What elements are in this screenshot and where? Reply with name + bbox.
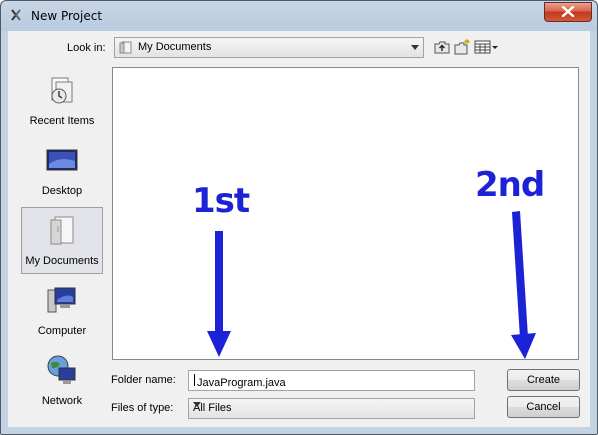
title-bar[interactable]: New Project xyxy=(1,1,597,31)
desktop-icon xyxy=(46,149,78,171)
folder-name-label: Folder name: xyxy=(111,374,176,386)
chevron-down-icon[interactable] xyxy=(193,402,201,407)
look-in-label: Look in: xyxy=(67,42,106,54)
place-recent-items[interactable]: Recent Items xyxy=(21,67,103,134)
look-in-dropdown[interactable]: My Documents xyxy=(114,37,424,58)
cancel-button[interactable]: Cancel xyxy=(507,396,580,418)
place-label: Recent Items xyxy=(29,115,95,127)
places-bar: Recent Items Desktop My Documents Comput… xyxy=(21,67,103,434)
app-icon xyxy=(11,9,21,21)
files-of-type-dropdown[interactable]: All Files xyxy=(188,398,475,419)
close-button[interactable] xyxy=(544,2,592,22)
place-my-documents[interactable]: My Documents xyxy=(21,207,103,274)
view-menu-icon[interactable] xyxy=(474,39,500,55)
files-of-type-label: Files of type: xyxy=(111,402,174,414)
place-label: My Documents xyxy=(25,255,99,267)
my-documents-small-icon xyxy=(119,41,132,54)
create-new-folder-icon[interactable] xyxy=(454,39,470,55)
folder-name-value: JavaProgram.java xyxy=(197,377,286,389)
up-one-level-icon[interactable] xyxy=(434,39,450,55)
computer-icon xyxy=(47,287,76,313)
annotation-first: 1st xyxy=(192,181,250,221)
place-label: Computer xyxy=(37,325,87,337)
create-button[interactable]: Create xyxy=(507,369,580,391)
window-title: New Project xyxy=(31,9,103,23)
close-icon xyxy=(561,6,575,17)
arrow-down-second-icon xyxy=(511,211,536,359)
my-documents-icon xyxy=(50,216,74,245)
place-label: Desktop xyxy=(41,185,83,197)
text-caret xyxy=(194,374,195,386)
place-label: Network xyxy=(41,395,83,407)
place-computer[interactable]: Computer xyxy=(21,277,103,344)
place-desktop[interactable]: Desktop xyxy=(21,137,103,204)
place-network[interactable]: Network xyxy=(21,347,103,414)
chevron-down-icon[interactable] xyxy=(411,45,419,50)
annotation-second: 2nd xyxy=(475,165,545,205)
folder-name-input[interactable]: JavaProgram.java xyxy=(188,370,475,391)
new-project-dialog: New Project Look in: My Documents Recent… xyxy=(0,0,598,435)
recent-items-icon xyxy=(51,77,73,104)
arrow-down-first-icon xyxy=(207,231,231,357)
look-in-value: My Documents xyxy=(138,41,212,53)
network-icon xyxy=(47,355,76,384)
dialog-client-area: Look in: My Documents Recent Items Deskt… xyxy=(8,31,590,427)
